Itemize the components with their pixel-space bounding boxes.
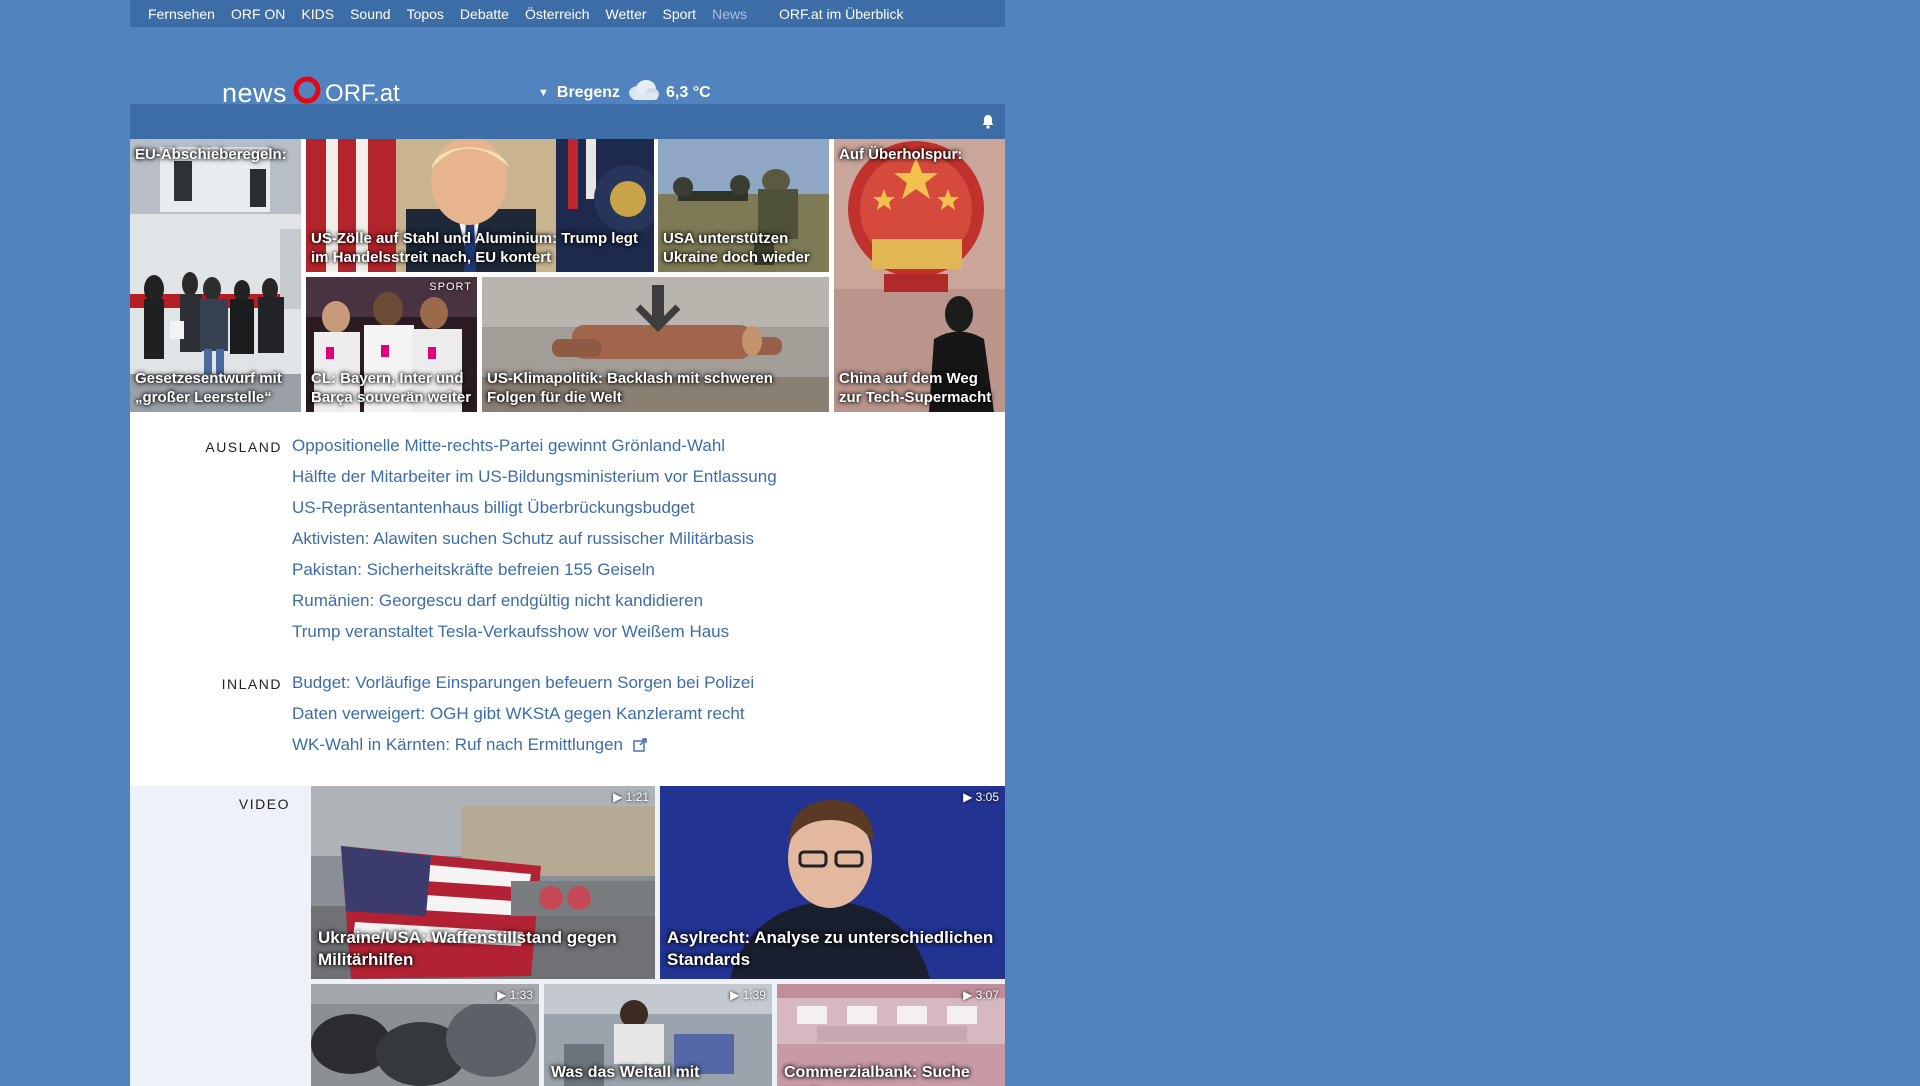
- nav-item-news[interactable]: News: [712, 6, 747, 22]
- video-duration-text: 3:07: [975, 988, 999, 1002]
- video-duration: ▶ 3:05: [963, 790, 999, 804]
- nav-item-fernsehen[interactable]: Fernsehen: [148, 6, 215, 22]
- teaser-us-zoelle[interactable]: US-Zölle auf Stahl und Aluminium: Trump …: [306, 139, 654, 272]
- teaser-ukraine-title: USA unterstützen Ukraine doch wieder: [663, 230, 810, 266]
- video-item-commerzialbank[interactable]: ▶ 3:07 Commerzialbank: Suche nach: [777, 984, 1005, 1086]
- cloud-icon: [626, 79, 660, 106]
- video-title: Commerzialbank: Suche nach: [784, 1064, 970, 1081]
- teaser-mosaic: EU-Abschieberegeln: Gesetzesentwurf mit …: [130, 139, 1005, 412]
- top-navigation: Fernsehen ORF ON KIDS Sound Topos Debatt…: [130, 0, 1005, 27]
- list-item: Hälfte der Mitarbeiter im US-Bildungsmin…: [292, 467, 777, 498]
- teaser-ukraine[interactable]: USA unterstützen Ukraine doch wieder: [658, 139, 829, 272]
- teaser-sport-tag: SPORT: [429, 281, 472, 293]
- list-item: Trump veranstaltet Tesla-Verkaufsshow vo…: [292, 622, 777, 653]
- section-ausland: AUSLAND Oppositionelle Mitte-rechts-Part…: [130, 436, 1005, 653]
- headline-list: Oppositionelle Mitte-rechts-Partei gewin…: [292, 436, 777, 653]
- list-item: Pakistan: Sicherheitskräfte befreien 155…: [292, 560, 777, 591]
- video-item-ukraine[interactable]: ▶ 1:21 Ukraine/USA: Waffenstillstand geg…: [311, 786, 655, 979]
- headline-link[interactable]: WK-Wahl in Kärnten: Ruf nach Ermittlunge…: [292, 735, 623, 754]
- video-item-3[interactable]: ▶ 1:33: [311, 984, 539, 1086]
- page: Fernsehen ORF ON KIDS Sound Topos Debatt…: [130, 0, 1005, 1086]
- nav-item-oesterreich[interactable]: Österreich: [525, 6, 590, 22]
- video-duration-text: 3:05: [975, 790, 999, 804]
- list-item: Oppositionelle Mitte-rechts-Partei gewin…: [292, 436, 777, 467]
- headline-link[interactable]: Pakistan: Sicherheitskräfte befreien 155…: [292, 560, 655, 579]
- headline-link[interactable]: Oppositionelle Mitte-rechts-Partei gewin…: [292, 436, 725, 455]
- headline-link[interactable]: Trump veranstaltet Tesla-Verkaufsshow vo…: [292, 622, 729, 641]
- headline-link[interactable]: Hälfte der Mitarbeiter im US-Bildungsmin…: [292, 467, 777, 486]
- nav-item-orf-on[interactable]: ORF ON: [231, 6, 285, 22]
- list-item: Budget: Vorläufige Einsparungen befeuern…: [292, 673, 754, 704]
- external-link-icon: [633, 738, 648, 757]
- list-item: WK-Wahl in Kärnten: Ruf nach Ermittlunge…: [292, 735, 754, 766]
- teaser-klimapolitik[interactable]: US-Klimapolitik: Backlash mit schweren F…: [482, 277, 829, 412]
- video-item-asylrecht[interactable]: ▶ 3:05 Asylrecht: Analyse zu unterschied…: [660, 786, 1005, 979]
- section-inland: INLAND Budget: Vorläufige Einsparungen b…: [130, 673, 1005, 766]
- teaser-eu-title: Gesetzesentwurf mit „großer Leerstelle“: [135, 370, 282, 406]
- headline-link[interactable]: Budget: Vorläufige Einsparungen befeuern…: [292, 673, 754, 692]
- teaser-klima-title: US-Klimapolitik: Backlash mit schweren F…: [487, 370, 773, 406]
- news-list: AUSLAND Oppositionelle Mitte-rechts-Part…: [130, 412, 1005, 786]
- nav-item-kids[interactable]: KIDS: [301, 6, 334, 22]
- nav-item-sport[interactable]: Sport: [663, 6, 696, 22]
- toolbar: [130, 104, 1005, 139]
- teaser-eu-kicker: EU-Abschieberegeln:: [135, 146, 287, 163]
- video-title: Was das Weltall mit: [551, 1064, 700, 1081]
- nav-item-wetter[interactable]: Wetter: [606, 6, 647, 22]
- teaser-us-zoelle-title: US-Zölle auf Stahl und Aluminium: Trump …: [311, 230, 638, 266]
- video-duration: ▶ 3:07: [963, 988, 999, 1002]
- list-item: US-Repräsentantenhaus billigt Überbrücku…: [292, 498, 777, 529]
- list-item: Rumänien: Georgescu darf endgültig nicht…: [292, 591, 777, 622]
- nav-item-sound[interactable]: Sound: [350, 6, 390, 22]
- video-duration-text: 1:39: [742, 988, 766, 1002]
- teaser-china-title: China auf dem Weg zur Tech-Supermacht: [839, 370, 992, 406]
- teaser-eu-abschiebung[interactable]: EU-Abschieberegeln: Gesetzesentwurf mit …: [130, 139, 301, 412]
- weather-temperature: 6,3 °C: [666, 83, 711, 101]
- bell-icon[interactable]: [981, 114, 995, 134]
- video-title: Ukraine/USA: Waffenstillstand gegen Mili…: [318, 928, 617, 969]
- video-duration-text: 1:21: [625, 790, 649, 804]
- video-section: VIDEO ▶ 1:21 Ukraine/USA: Waffenstillsta…: [130, 786, 1005, 1086]
- chevron-down-icon: ▼: [538, 86, 549, 99]
- video-duration: ▶ 1:21: [613, 790, 649, 804]
- weather-city: Bregenz: [556, 83, 621, 101]
- nav-item-debatte[interactable]: Debatte: [460, 6, 509, 22]
- site-header: news ORF.at ▼ Bregenz 6,3 °C: [130, 27, 1005, 108]
- headline-link[interactable]: Aktivisten: Alawiten suchen Schutz auf r…: [292, 529, 754, 548]
- list-item: Daten verweigert: OGH gibt WKStA gegen K…: [292, 704, 754, 735]
- video-duration: ▶ 1:33: [497, 988, 533, 1002]
- video-label: VIDEO: [238, 796, 290, 812]
- headline-link[interactable]: Rumänien: Georgescu darf endgültig nicht…: [292, 591, 703, 610]
- teaser-cl-title: CL: Bayern, Inter und Barça souverän wei…: [311, 370, 472, 406]
- video-title: Asylrecht: Analyse zu unterschiedlichen …: [667, 928, 994, 969]
- nav-overview-link[interactable]: ORF.at im Überblick: [779, 6, 903, 22]
- video-item-weltall[interactable]: ▶ 1:39 Was das Weltall mit: [544, 984, 772, 1086]
- headline-link[interactable]: Daten verweigert: OGH gibt WKStA gegen K…: [292, 704, 745, 723]
- section-label: AUSLAND: [205, 439, 282, 455]
- video-duration: ▶ 1:39: [730, 988, 766, 1002]
- headline-list: Budget: Vorläufige Einsparungen befeuern…: [292, 673, 754, 766]
- teaser-china-kicker: Auf Überholspur:: [839, 146, 963, 163]
- weather-widget[interactable]: ▼ Bregenz 6,3 °C: [538, 79, 711, 106]
- list-item: Aktivisten: Alawiten suchen Schutz auf r…: [292, 529, 777, 560]
- video-duration-text: 1:33: [509, 988, 533, 1002]
- headline-link[interactable]: US-Repräsentantenhaus billigt Überbrücku…: [292, 498, 695, 517]
- nav-item-topos[interactable]: Topos: [407, 6, 444, 22]
- teaser-china[interactable]: Auf Überholspur: China auf dem Weg zur T…: [834, 139, 1005, 412]
- teaser-cl-bayern[interactable]: SPORT CL: Bayern, Inter und Barça souver…: [306, 277, 477, 412]
- section-label: INLAND: [221, 676, 282, 692]
